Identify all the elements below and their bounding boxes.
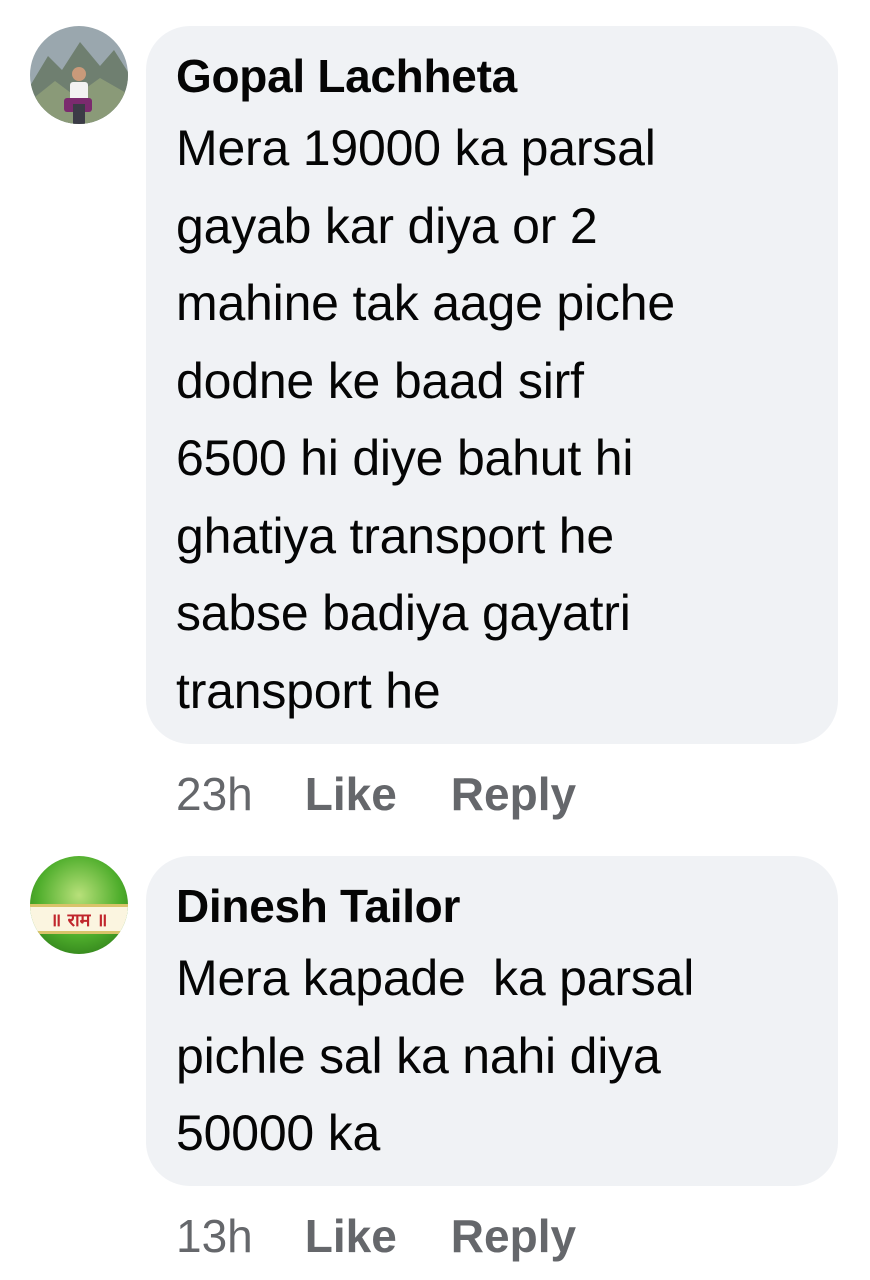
comment-text: Mera 19000 ka parsal gayab kar diya or 2…	[176, 120, 675, 719]
avatar-banner-text: ॥ राम ॥	[51, 910, 108, 931]
comment-author[interactable]: Dinesh Tailor	[176, 878, 810, 934]
reply-button[interactable]: Reply	[451, 766, 576, 822]
comment-text: Mera kapade ka parsal pichle sal ka nahi…	[176, 950, 695, 1161]
profile-photo-icon: ॥ राम ॥	[30, 856, 128, 954]
comment-bubble: Gopal Lachheta Mera 19000 ka parsal gaya…	[146, 26, 838, 744]
comment-timestamp[interactable]: 23h	[176, 766, 253, 822]
comment-timestamp[interactable]: 13h	[176, 1208, 253, 1264]
like-button[interactable]: Like	[305, 1208, 397, 1264]
avatar[interactable]: ॥ राम ॥	[30, 856, 128, 954]
comment-actions: 13h Like Reply	[176, 1208, 630, 1264]
avatar[interactable]	[30, 26, 128, 124]
reply-button[interactable]: Reply	[451, 1208, 576, 1264]
comment-actions: 23h Like Reply	[176, 766, 630, 822]
profile-photo-icon	[30, 26, 128, 124]
comment-author[interactable]: Gopal Lachheta	[176, 48, 810, 104]
comment-bubble: Dinesh Tailor Mera kapade ka parsal pich…	[146, 856, 838, 1186]
like-button[interactable]: Like	[305, 766, 397, 822]
